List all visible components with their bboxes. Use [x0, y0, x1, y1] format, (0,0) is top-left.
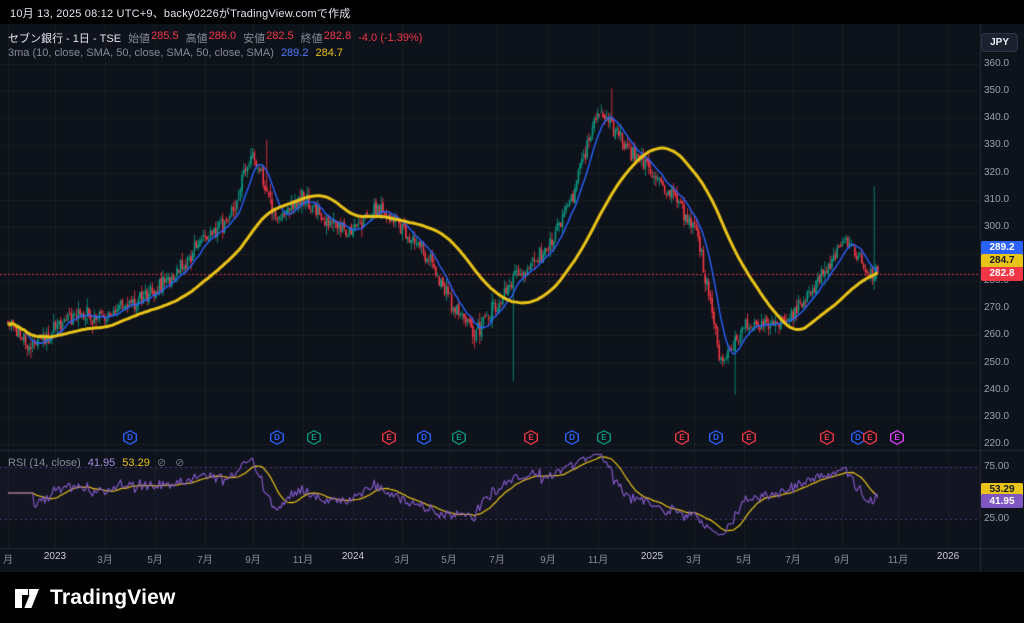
- event-marker-bg: D: [852, 431, 863, 443]
- chart-area: セブン銀行 - 1日 - TSE 始値285.5 高値286.0 安値282.5…: [0, 24, 1024, 572]
- event-marker-bg: D: [418, 431, 429, 443]
- rsi-indicator-legend[interactable]: RSI (14, close) 41.95 53.29 ⊘ ⊘: [8, 456, 187, 469]
- event-marker-letter: E: [867, 433, 872, 442]
- close-value: 終値282.8: [301, 30, 352, 46]
- tradingview-logo-icon[interactable]: [14, 585, 40, 611]
- open-value: 始値285.5: [128, 30, 179, 46]
- event-marker-bg: D: [566, 431, 577, 443]
- event-marker-letter: D: [713, 433, 719, 442]
- symbol-title: セブン銀行 - 1日 - TSE: [8, 30, 121, 46]
- indicator-toggle-icons[interactable]: ⊘ ⊘: [157, 456, 188, 469]
- event-marker-letter: E: [679, 433, 684, 442]
- event-marker-letter: E: [894, 433, 899, 442]
- currency-badge[interactable]: JPY: [981, 33, 1018, 52]
- event-marker-letter: D: [569, 433, 575, 442]
- event-marker-letter: D: [127, 433, 133, 442]
- event-marker-bg: E: [383, 431, 394, 443]
- event-marker-bg: D: [124, 431, 135, 443]
- event-marker-bg: E: [525, 431, 536, 443]
- rsi-indicator-label: RSI (14, close): [8, 457, 81, 469]
- event-marker-bg: E: [676, 431, 687, 443]
- event-marker-letter: E: [386, 433, 391, 442]
- rsi-value: 41.95: [88, 457, 116, 469]
- low-value: 安値282.5: [243, 30, 294, 46]
- event-marker-letter: D: [855, 433, 861, 442]
- sma10-value: 289.2: [281, 47, 309, 59]
- event-marker-letter: E: [311, 433, 316, 442]
- sma50-value: 284.7: [315, 47, 343, 59]
- rsi-signal-value: 53.29: [122, 457, 150, 469]
- tradingview-snapshot: 10月 13, 2025 08:12 UTC+9、backy0226がTradi…: [0, 0, 1024, 623]
- event-marker-bg: E: [864, 431, 875, 443]
- footer-bar: TradingView: [0, 572, 1024, 623]
- event-marker-letter: E: [528, 433, 533, 442]
- change-value: -4.0 (-1.39%): [358, 32, 422, 44]
- attribution-text: 10月 13, 2025 08:12 UTC+9、backy0226がTradi…: [10, 5, 350, 21]
- chart-canvas[interactable]: [0, 24, 1024, 572]
- event-marker-letter: E: [824, 433, 829, 442]
- event-marker-letter: D: [421, 433, 427, 442]
- event-marker-letter: E: [456, 433, 461, 442]
- brand-name[interactable]: TradingView: [50, 586, 176, 610]
- event-marker-bg: D: [710, 431, 721, 443]
- event-marker-bg: E: [743, 431, 754, 443]
- event-marker-letter: D: [274, 433, 280, 442]
- event-marker-bg: E: [453, 431, 464, 443]
- event-marker-bg: D: [271, 431, 282, 443]
- ma-indicator-legend[interactable]: 3ma (10, close, SMA, 50, close, SMA, 50,…: [8, 47, 343, 59]
- event-marker-bg: E: [891, 431, 902, 443]
- event-marker-letter: E: [601, 433, 606, 442]
- event-marker-bg: E: [821, 431, 832, 443]
- ma-indicator-label: 3ma (10, close, SMA, 50, close, SMA, 50,…: [8, 47, 274, 59]
- event-marker-bg: E: [598, 431, 609, 443]
- symbol-legend[interactable]: セブン銀行 - 1日 - TSE 始値285.5 高値286.0 安値282.5…: [8, 30, 422, 46]
- event-marker-letter: E: [746, 433, 751, 442]
- high-value: 高値286.0: [186, 30, 237, 46]
- event-marker-bg: E: [308, 431, 319, 443]
